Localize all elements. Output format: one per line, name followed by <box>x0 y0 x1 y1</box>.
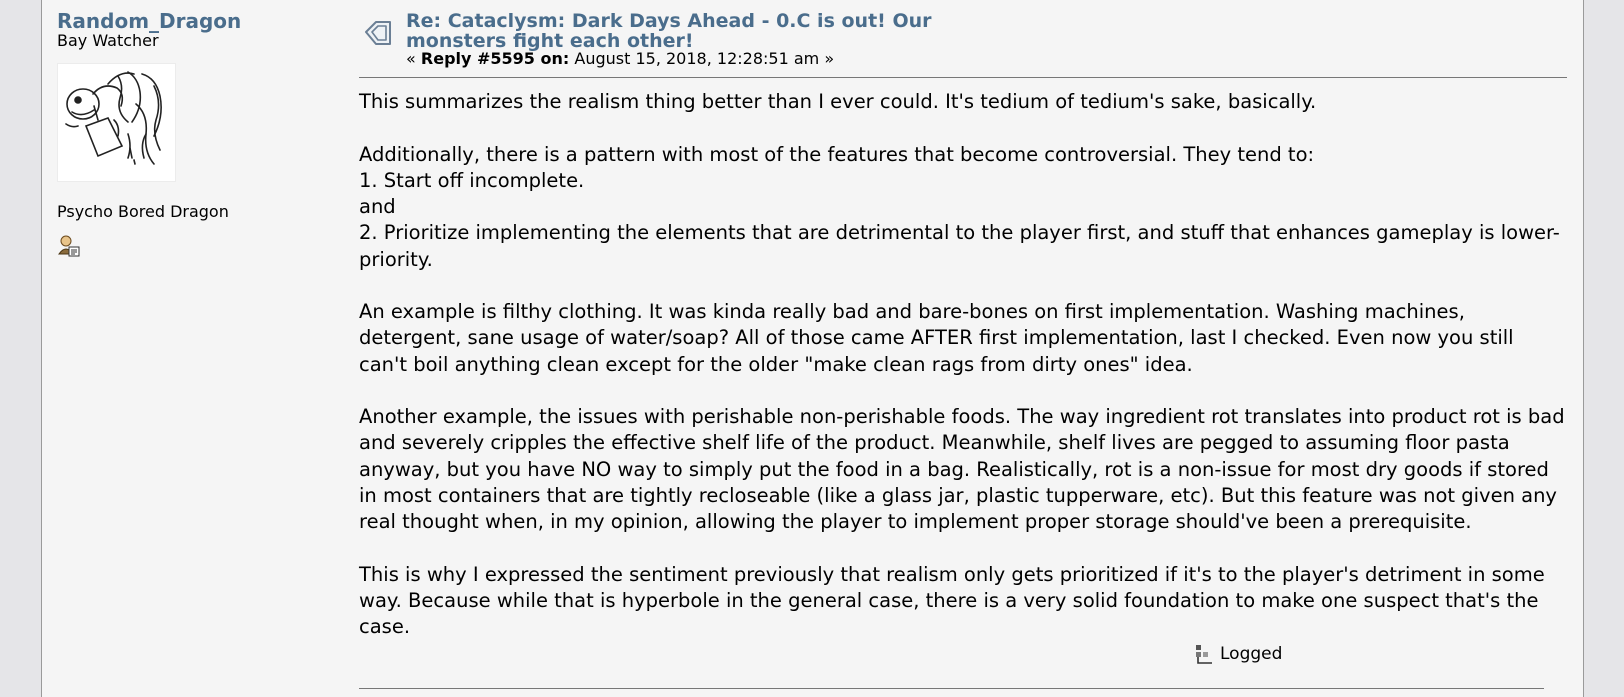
post-paragraph: 2. Prioritize implementing the elements … <box>359 221 1560 271</box>
poster-custom-title: Psycho Bored Dragon <box>57 202 229 221</box>
poster-group: Bay Watcher <box>57 31 159 50</box>
post-paragraph: This is why I expressed the sentiment pr… <box>359 562 1545 639</box>
post-container: Random_Dragon Bay Watcher Psycho Bored D… <box>41 0 1584 697</box>
reply-suffix: » <box>824 49 835 68</box>
reply-date: August 15, 2018, 12:28:51 am <box>574 49 820 68</box>
post-body: This summarizes the realism thing better… <box>359 89 1567 640</box>
post-paragraph: Additionally, there is a pattern with mo… <box>359 142 1315 166</box>
xx-topic-icon <box>363 18 397 52</box>
post-paragraph: and <box>359 195 396 218</box>
footer-divider <box>359 688 1544 689</box>
reply-info: « Reply #5595 on: August 15, 2018, 12:28… <box>406 50 834 68</box>
post-paragraph: 1. Start off incomplete. <box>359 168 585 192</box>
reply-prefix: « <box>406 49 416 68</box>
avatar <box>57 63 176 182</box>
post-paragraph: This summarizes the realism thing better… <box>359 90 1317 113</box>
poster-name-link[interactable]: Random_Dragon <box>57 10 337 32</box>
profile-user-icon[interactable] <box>57 234 81 258</box>
poster-info: Random_Dragon Bay Watcher Psycho Bored D… <box>57 10 337 258</box>
header-divider <box>359 77 1567 78</box>
post-subject-link[interactable]: Re: Cataclysm: Dark Days Ahead - 0.C is … <box>406 11 966 51</box>
ip-logged-icon <box>1194 643 1216 665</box>
post-header: Re: Cataclysm: Dark Days Ahead - 0.C is … <box>359 10 1567 68</box>
logged-indicator: Logged <box>1194 643 1282 665</box>
post-paragraph: Another example, the issues with perisha… <box>359 405 1565 533</box>
post-content: Re: Cataclysm: Dark Days Ahead - 0.C is … <box>359 10 1567 640</box>
post-paragraph: An example is filthy clothing. It was ki… <box>359 300 1514 376</box>
reply-number: Reply #5595 on: <box>420 49 570 68</box>
logged-label: Logged <box>1220 644 1283 664</box>
